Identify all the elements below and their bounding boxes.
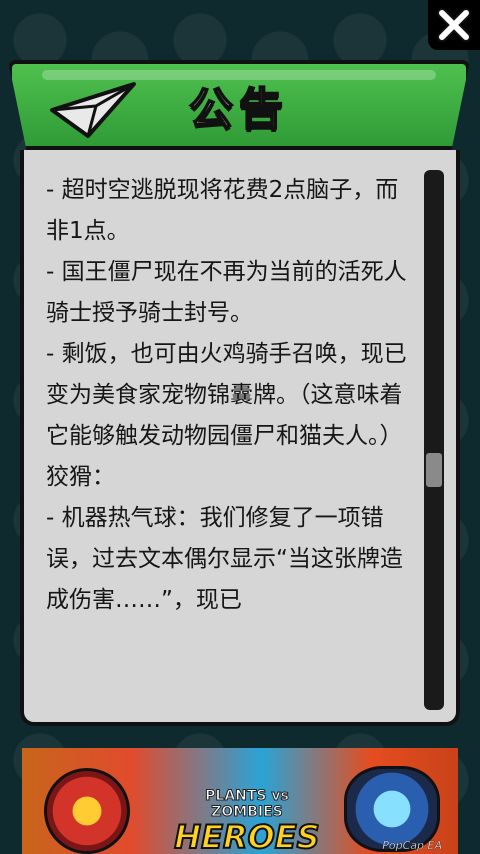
ad-banner[interactable]: PLANTS vs ZOMBIES HEROES PopCap EA [22, 748, 458, 854]
announcement-text: - 超时空逃脱现将花费2点脑子，而非1点。 - 国王僵尸现在不再为当前的活死人骑… [46, 170, 416, 621]
dialog-body[interactable]: - 超时空逃脱现将花费2点脑子，而非1点。 - 国王僵尸现在不再为当前的活死人骑… [20, 150, 460, 726]
announcement-paragraph: 狡猾： [46, 464, 115, 490]
announcement-dialog: 公告 - 超时空逃脱现将花费2点脑子，而非1点。 - 国王僵尸现在不再为当前的活… [8, 60, 470, 728]
close-button[interactable] [428, 0, 480, 50]
scrollbar-thumb[interactable] [426, 453, 442, 487]
scrollbar[interactable] [424, 170, 444, 710]
close-x-icon [437, 8, 471, 42]
dialog-title: 公告 [188, 83, 289, 136]
announcement-paragraph: - 剩饭，也可由火鸡骑手召唤，现已变为美食家宠物锦囊牌。（这意味着它能够触发动物… [46, 341, 407, 449]
paper-plane-icon [50, 82, 136, 138]
ad-credit: PopCap EA [382, 839, 442, 852]
announcement-paragraph: - 国王僵尸现在不再为当前的活死人骑士授予骑士封号。 [46, 259, 407, 326]
ad-logo: PLANTS vs ZOMBIES HEROES [173, 788, 320, 854]
dialog-header: 公告 [8, 60, 470, 150]
announcement-paragraph: - 机器热气球：我们修复了一项错误，过去文本偶尔显示“当这张牌造成伤害……”，现… [46, 505, 403, 613]
ad-hero-art-left [44, 768, 130, 854]
announcement-paragraph: - 超时空逃脱现将花费2点脑子，而非1点。 [46, 177, 399, 244]
